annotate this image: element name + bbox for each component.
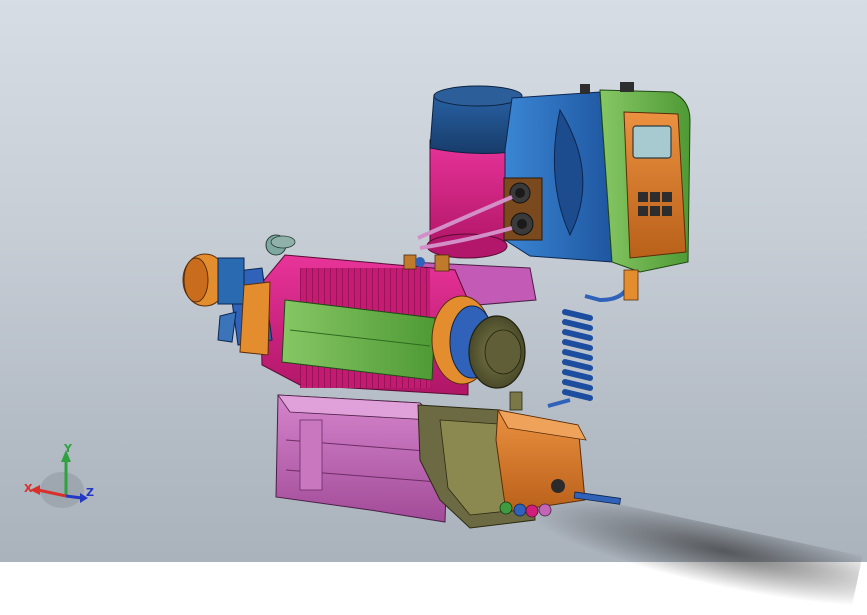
- top-connector: [620, 82, 634, 92]
- z-axis: [65, 494, 83, 500]
- coordinate-triad: Y X Z: [24, 442, 94, 508]
- key-button[interactable]: [638, 192, 648, 202]
- z-axis-label: Z: [86, 486, 94, 499]
- end-cap[interactable]: [431, 295, 526, 389]
- key-button[interactable]: [650, 192, 660, 202]
- lcd-display: [632, 125, 672, 159]
- coiled-cable: [547, 269, 639, 408]
- key-button[interactable]: [662, 192, 672, 202]
- key-button[interactable]: [650, 206, 660, 216]
- key-button[interactable]: [662, 206, 672, 216]
- x-axis-label: X: [24, 482, 33, 495]
- key-button[interactable]: [638, 206, 648, 216]
- y-axis-label: Y: [63, 442, 73, 455]
- pump-3d-model[interactable]: Y X Z: [0, 0, 867, 562]
- top-connector: [580, 84, 590, 94]
- triad-base: [40, 472, 84, 508]
- cad-viewport[interactable]: Y X Z: [0, 0, 867, 615]
- pump-head[interactable]: [417, 391, 622, 529]
